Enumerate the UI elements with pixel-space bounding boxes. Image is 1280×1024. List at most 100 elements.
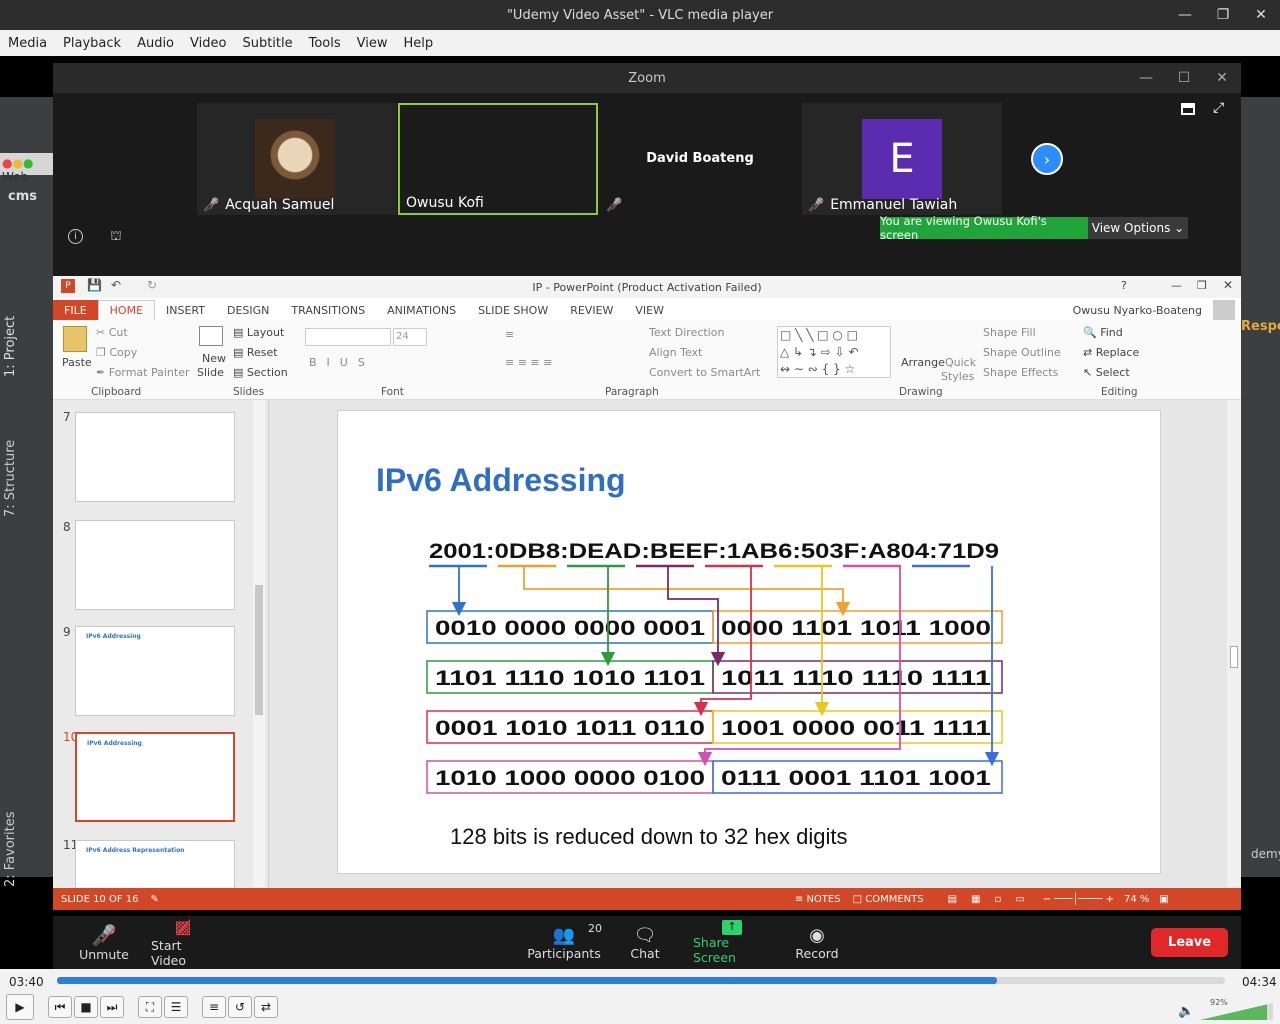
- playlist-button[interactable]: ≡: [202, 996, 226, 1018]
- user-avatar[interactable]: [1213, 300, 1235, 320]
- convert-smartart-button[interactable]: Convert to SmartArt: [649, 366, 760, 379]
- reset-button[interactable]: ▤ Reset: [233, 346, 278, 359]
- tab-view[interactable]: VIEW: [624, 300, 675, 320]
- save-icon[interactable]: 💾: [87, 278, 102, 292]
- tab-slide-show[interactable]: SLIDE SHOW: [467, 300, 559, 320]
- slide-thumbnail-8[interactable]: [75, 520, 235, 610]
- zoom-slider[interactable]: − ───│──── +: [1043, 894, 1114, 905]
- shape-fill-button[interactable]: Shape Fill: [983, 326, 1036, 339]
- menu-video[interactable]: Video: [182, 36, 234, 51]
- font-size-input[interactable]: 24: [393, 328, 427, 346]
- comments-button[interactable]: □ COMMENTS: [853, 894, 924, 905]
- paste-icon[interactable]: [63, 326, 87, 352]
- scroll-thumb[interactable]: [255, 585, 263, 715]
- tab-review[interactable]: REVIEW: [559, 300, 624, 320]
- menu-subtitle[interactable]: Subtitle: [234, 36, 300, 51]
- arrange-button[interactable]: Arrange: [901, 356, 945, 369]
- align-text-button[interactable]: Align Text: [649, 346, 702, 359]
- slide-thumbnail-10[interactable]: IPv6 Addressing: [75, 732, 235, 822]
- zoom-minimize-icon[interactable]: —: [1127, 63, 1165, 93]
- participant-tile-david[interactable]: David Boateng 🎤̸: [600, 103, 800, 215]
- layout-icon[interactable]: [1181, 103, 1195, 115]
- maximize-icon[interactable]: ❐: [1204, 0, 1242, 30]
- shuffle-button[interactable]: ⇄: [254, 996, 278, 1018]
- chat-button[interactable]: 🗨 Chat: [627, 916, 663, 969]
- tab-file[interactable]: FILE: [53, 300, 98, 320]
- fit-slide-icon[interactable]: ▣: [1159, 894, 1168, 905]
- shapes-gallery[interactable]: □ ╲ ╲ □ ○ □ △ ↳ ↴ ⇨ ⇩ ↶ ↭ ∼ ∾ { } ☆: [777, 326, 891, 378]
- help-icon[interactable]: ?: [1121, 279, 1127, 292]
- section-button[interactable]: ▤ Section: [233, 366, 288, 379]
- next-button[interactable]: ⏭: [100, 996, 124, 1018]
- layout-button[interactable]: ▤ Layout: [233, 326, 284, 339]
- cut-button[interactable]: ✂ Cut: [96, 326, 128, 339]
- leave-button[interactable]: Leave: [1151, 928, 1228, 957]
- notes-button[interactable]: ≡ NOTES: [795, 894, 841, 905]
- format-painter-button[interactable]: ✒ Format Painter: [96, 366, 190, 379]
- participant-tile-emmanuel[interactable]: E 🎤̸ Emmanuel Tawiah: [802, 103, 1002, 215]
- minimize-icon[interactable]: —: [1166, 0, 1204, 30]
- record-button[interactable]: ◉ Record: [793, 916, 841, 969]
- info-icon[interactable]: i: [68, 229, 83, 244]
- zoom-maximize-icon[interactable]: ☐: [1165, 63, 1203, 93]
- share-screen-button[interactable]: ↑ Share Screen: [693, 916, 771, 969]
- ppt-restore-icon[interactable]: ❐: [1197, 279, 1207, 292]
- view-mode-icons[interactable]: ▤▦▫▭: [948, 894, 1039, 905]
- play-button[interactable]: ▶: [6, 994, 34, 1020]
- close-icon[interactable]: ✕: [1242, 0, 1280, 30]
- unmute-button[interactable]: 🎤̸ Unmute: [79, 916, 129, 969]
- next-page-icon[interactable]: ›: [1031, 143, 1063, 175]
- font-name-input[interactable]: [305, 328, 391, 346]
- new-slide-icon[interactable]: [199, 326, 223, 346]
- loop-button[interactable]: ↺: [228, 996, 252, 1018]
- menu-audio[interactable]: Audio: [129, 36, 182, 51]
- menu-playback[interactable]: Playback: [55, 36, 129, 51]
- volume-icon[interactable]: 🔈: [1178, 1004, 1194, 1019]
- zoom-close-icon[interactable]: ✕: [1203, 63, 1241, 93]
- new-slide-label-1[interactable]: New: [202, 352, 226, 365]
- menu-media[interactable]: Media: [0, 36, 55, 51]
- quick-styles-label-2[interactable]: Styles: [941, 370, 974, 383]
- spellcheck-icon[interactable]: ✎: [151, 894, 159, 905]
- select-button[interactable]: ↖ Select: [1083, 366, 1130, 379]
- stop-button[interactable]: ■: [74, 996, 98, 1018]
- ppt-minimize-icon[interactable]: —: [1171, 279, 1182, 292]
- previous-button[interactable]: ⏮: [48, 996, 72, 1018]
- user-name[interactable]: Owusu Nyarko-Boateng: [1062, 300, 1213, 320]
- ide-tab-structure[interactable]: 7: Structure: [3, 407, 18, 517]
- find-button[interactable]: 🔍 Find: [1083, 326, 1123, 339]
- redo-icon[interactable]: ↻: [147, 278, 157, 292]
- slide-thumbnail-7[interactable]: [75, 412, 235, 502]
- participant-tile-acquah[interactable]: 🎤̸ Acquah Samuel: [197, 103, 397, 215]
- shape-outline-button[interactable]: Shape Outline: [983, 346, 1061, 359]
- undo-icon[interactable]: ↶: [111, 278, 121, 292]
- bullets-icon[interactable]: ≡: [505, 328, 514, 341]
- slide-thumbnail-11[interactable]: IPv6 Address Representation: [75, 840, 235, 888]
- tab-insert[interactable]: INSERT: [155, 300, 216, 320]
- slide-scrollbar[interactable]: [1227, 400, 1241, 888]
- extended-settings-button[interactable]: ☰: [164, 996, 188, 1018]
- font-format-buttons[interactable]: BIUS: [309, 356, 375, 369]
- participant-tile-owusu[interactable]: Owusu Kofi: [398, 103, 598, 215]
- fullscreen-icon[interactable]: ⤢: [1213, 100, 1224, 116]
- shape-effects-button[interactable]: Shape Effects: [983, 366, 1058, 379]
- new-slide-label-2[interactable]: Slide: [197, 366, 224, 379]
- ide-tab-favorites[interactable]: 2: Favorites: [3, 777, 18, 887]
- security-shield-icon[interactable]: ⛫: [110, 229, 122, 246]
- menu-tools[interactable]: Tools: [301, 36, 349, 51]
- tab-animations[interactable]: ANIMATIONS: [376, 300, 467, 320]
- quick-styles-label-1[interactable]: Quick: [945, 356, 976, 369]
- align-icons[interactable]: ≡ ≡ ≡ ≡: [505, 356, 552, 369]
- tab-home[interactable]: HOME: [97, 300, 156, 320]
- tab-transitions[interactable]: TRANSITIONS: [280, 300, 376, 320]
- view-options-button[interactable]: View Options ⌄: [1088, 217, 1188, 239]
- paste-button[interactable]: Paste: [62, 356, 92, 369]
- menu-view[interactable]: View: [349, 36, 396, 51]
- fullscreen-button[interactable]: ⛶: [138, 996, 162, 1018]
- zoom-level[interactable]: 74 %: [1124, 894, 1149, 905]
- thumb-scrollbar[interactable]: [253, 400, 265, 888]
- copy-button[interactable]: ❐ Copy: [96, 346, 137, 359]
- scroll-thumb[interactable]: [1230, 646, 1238, 668]
- tab-design[interactable]: DESIGN: [216, 300, 280, 320]
- text-direction-button[interactable]: Text Direction: [649, 326, 724, 339]
